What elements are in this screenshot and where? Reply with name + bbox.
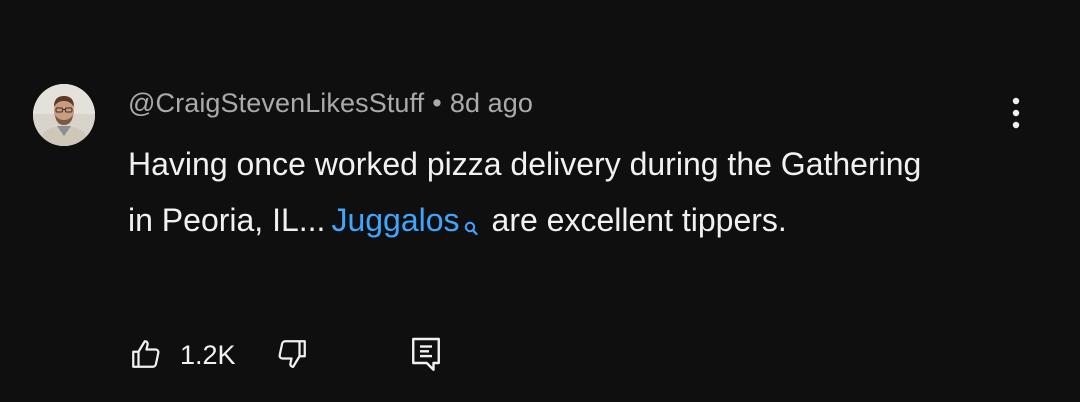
dislike-button[interactable] — [274, 336, 314, 376]
comment-meta: @CraigStevenLikesStuff • 8d ago — [128, 88, 533, 119]
comment-text: Having once worked pizza delivery during… — [128, 136, 948, 254]
meta-separator: • — [432, 88, 442, 118]
author-handle[interactable]: @CraigStevenLikesStuff — [128, 88, 424, 118]
more-options-button[interactable] — [996, 92, 1036, 136]
more-vert-icon — [1012, 97, 1020, 129]
search-tag-link[interactable]: Juggalos — [331, 202, 459, 238]
comment-timestamp[interactable]: 8d ago — [450, 88, 533, 118]
like-button[interactable] — [128, 336, 168, 376]
thumbs-down-icon — [278, 340, 306, 368]
comment-thread: @CraigStevenLikesStuff • 8d ago Having onc… — [0, 0, 1080, 402]
avatar-photo — [33, 84, 95, 146]
comment-text-after: are excellent tippers. — [491, 202, 787, 238]
reply-button[interactable] — [408, 334, 448, 376]
avatar[interactable] — [33, 84, 95, 146]
reply-icon — [412, 337, 440, 371]
search-icon[interactable] — [464, 198, 478, 254]
thumbs-up-icon — [132, 340, 160, 368]
like-count: 1.2K — [180, 340, 236, 370]
